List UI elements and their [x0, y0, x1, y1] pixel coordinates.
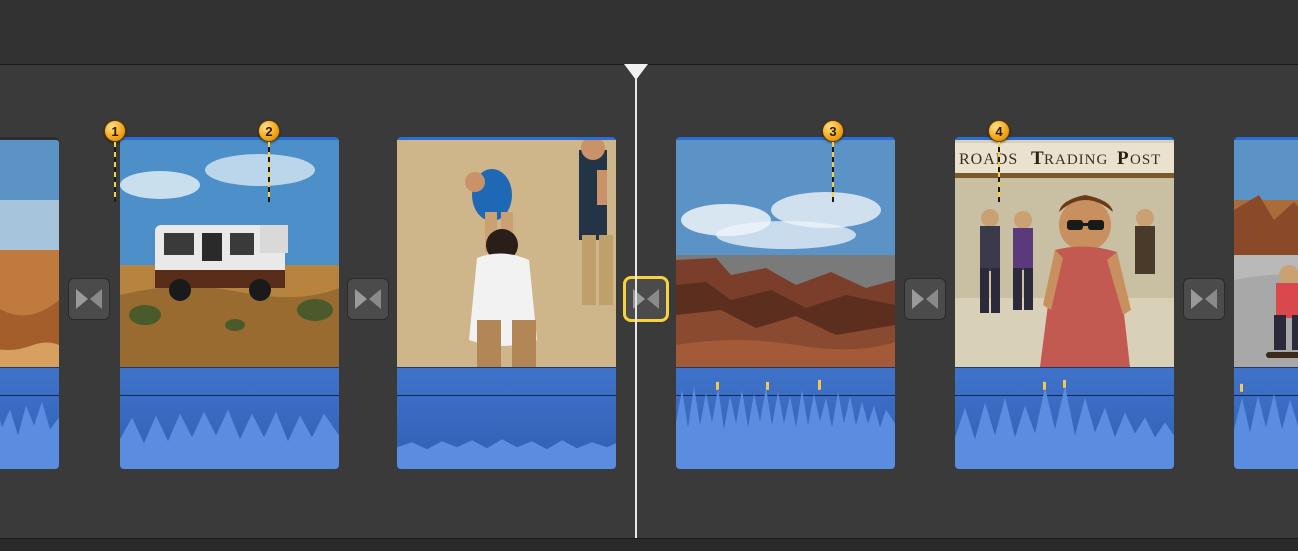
clip-3-thumbnail [397, 137, 616, 367]
timeline[interactable]: ROADS T RADING P OST [0, 65, 1298, 538]
toolbar-strip [0, 0, 1298, 64]
sign-text-roads: ROADS [959, 151, 1018, 168]
clip-2-audio[interactable] [120, 367, 339, 469]
clip-6[interactable] [1234, 137, 1298, 469]
clip-3[interactable] [397, 137, 616, 469]
transition-icon [1190, 288, 1218, 310]
clip-2[interactable] [120, 137, 339, 469]
clip-4[interactable] [676, 137, 895, 469]
transition-icon [911, 288, 939, 310]
playhead-handle-icon [624, 64, 648, 80]
sign-text-ost: OST [1130, 152, 1161, 168]
clip-5-audio[interactable] [955, 367, 1174, 469]
clip-6-thumbnail [1234, 137, 1298, 367]
clip-3-audio[interactable] [397, 367, 616, 469]
transition-icon [632, 288, 660, 310]
clip-6-audio[interactable] [1234, 367, 1298, 469]
clip-4-thumbnail [676, 137, 895, 367]
transition-5[interactable] [1183, 278, 1225, 320]
transition-4[interactable] [904, 278, 946, 320]
transition-2[interactable] [347, 278, 389, 320]
clip-4-audio[interactable] [676, 367, 895, 469]
sign-text-p: P [1117, 148, 1129, 169]
transition-1[interactable] [68, 278, 110, 320]
bottom-strip [0, 538, 1298, 551]
clip-1-audio[interactable] [0, 367, 59, 469]
transition-3-selected[interactable] [625, 278, 667, 320]
sign-text-rading: RADING [1044, 152, 1108, 168]
clip-1[interactable] [0, 137, 59, 469]
sign-text-t: T [1031, 148, 1044, 169]
clip-5[interactable]: ROADS T RADING P OST [955, 137, 1174, 469]
transition-icon [75, 288, 103, 310]
transition-icon [354, 288, 382, 310]
clip-2-thumbnail [120, 137, 339, 367]
clip-1-thumbnail [0, 140, 59, 367]
clip-5-thumbnail: ROADS T RADING P OST [955, 137, 1174, 367]
